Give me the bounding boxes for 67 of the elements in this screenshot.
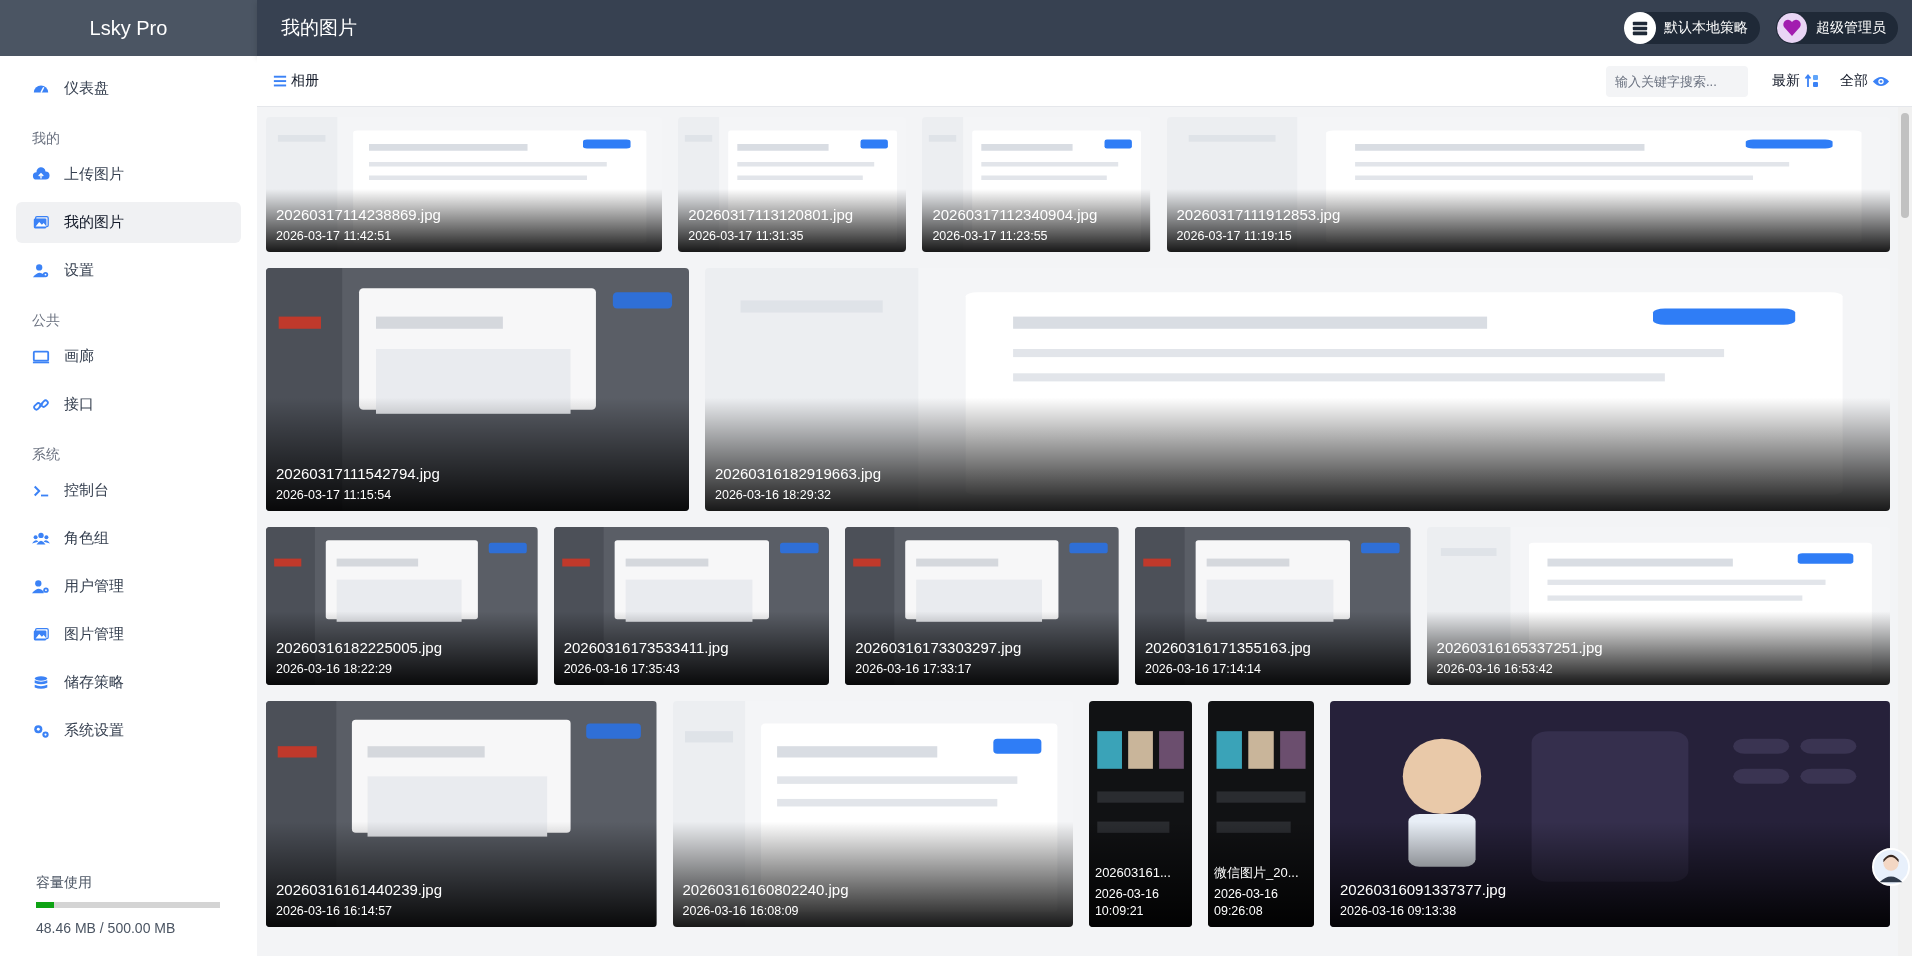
sidebar-item[interactable]: 接口 — [16, 384, 241, 425]
image-time: 2026-03-16 17:33:17 — [855, 661, 973, 678]
image-time: 2026-03-16 18:22:29 — [276, 661, 394, 678]
image-name: 20260316182919663.jpg — [715, 464, 882, 484]
image-time: 2026-03-17 11:15:54 — [276, 487, 393, 504]
assistant-avatar-icon[interactable] — [1872, 848, 1910, 886]
sidebar-item[interactable]: 仪表盘 — [16, 68, 241, 109]
database-icon — [32, 673, 50, 692]
eye-icon — [1872, 74, 1890, 88]
image-name: 20260316182225005.jpg — [276, 638, 443, 658]
image-time: 2026-03-17 11:19:15 — [1176, 228, 1293, 245]
avatar-icon — [1776, 12, 1808, 44]
sidebar-item[interactable]: 设置 — [16, 250, 241, 291]
sidebar-item[interactable]: 控制台 — [16, 470, 241, 511]
image-name: 20260316165337251.jpg — [1436, 638, 1604, 658]
section-heading: 我的 — [31, 129, 61, 148]
scrollbar[interactable] — [1898, 107, 1912, 956]
sidebar-item[interactable]: 角色组 — [16, 518, 241, 559]
image-time: 2026-03-16 17:35:43 — [563, 661, 681, 678]
storage-label: 容量使用 — [36, 874, 93, 892]
image-name: 20260317113120801.jpg — [688, 205, 855, 225]
image-name: 20260316161440239.jpg — [276, 880, 443, 900]
search-field[interactable]: 输入关键字搜索... — [1606, 65, 1748, 97]
filter-button[interactable]: 全部 — [1840, 72, 1890, 90]
storage-reading: 48.46 MB / 500.00 MB — [36, 920, 177, 936]
sidebar-item[interactable]: 图片管理 — [16, 614, 241, 655]
image-name: 微信图片_20... — [1214, 864, 1300, 882]
image-name: 20260316173533411.jpg — [563, 638, 730, 658]
strategy-button[interactable]: 默认本地策略 — [1624, 12, 1760, 44]
albums-button[interactable]: 相册 — [273, 72, 319, 90]
image-time: 2026-03-16 18:29:32 — [715, 487, 833, 504]
image-time: 2026-03-16 09:13:38 — [1340, 903, 1458, 920]
sidebar-item[interactable]: 我的图片 — [16, 202, 241, 243]
section-heading: 系统 — [31, 445, 61, 464]
image-time: 2026-03-17 11:42:51 — [276, 228, 393, 245]
image-time: 2026-03-16 09:26:08 — [1214, 886, 1279, 920]
sidebar-item[interactable]: 上传图片 — [16, 154, 241, 195]
image-name: 20260316160802240.jpg — [682, 880, 850, 900]
user-gear-icon — [32, 577, 50, 596]
page-title: 我的图片 — [281, 16, 357, 40]
image-name: 202603161... — [1094, 864, 1172, 882]
sort-button[interactable]: 最新 — [1772, 72, 1820, 90]
image-name: 20260316091337377.jpg — [1340, 880, 1508, 900]
image-time: 2026-03-16 16:14:57 — [276, 903, 394, 920]
user-button[interactable]: 超级管理员 — [1776, 12, 1898, 44]
image-name: 20260317111542794.jpg — [276, 464, 441, 484]
image-time: 2026-03-16 16:08:09 — [682, 903, 800, 920]
sidebar-item[interactable]: 用户管理 — [16, 566, 241, 607]
sidebar-item[interactable]: 系统设置 — [16, 710, 241, 751]
image-name: 20260317111912853.jpg — [1176, 205, 1342, 225]
image-time: 2026-03-17 11:23:55 — [932, 228, 1049, 245]
image-name: 20260316173303297.jpg — [855, 638, 1023, 658]
image-time: 2026-03-16 10:09:21 — [1094, 886, 1160, 920]
image-time: 2026-03-17 11:31:35 — [688, 228, 805, 245]
sidebar-item[interactable]: 画廊 — [16, 336, 241, 377]
sort-icon — [1804, 73, 1820, 89]
menu-icon — [273, 74, 287, 88]
sidebar-item[interactable]: 储存策略 — [16, 662, 241, 703]
app-logo[interactable]: Lsky Pro — [89, 16, 168, 40]
section-heading: 公共 — [31, 311, 61, 330]
server-icon — [1624, 12, 1656, 44]
image-name: 20260316171355163.jpg — [1144, 638, 1312, 658]
image-name: 20260317114238869.jpg — [276, 205, 442, 225]
image-time: 2026-03-16 16:53:42 — [1436, 661, 1554, 678]
user-settings-icon — [32, 261, 50, 280]
image-name: 20260317112340904.jpg — [932, 205, 1099, 225]
image-time: 2026-03-16 17:14:14 — [1144, 661, 1263, 678]
